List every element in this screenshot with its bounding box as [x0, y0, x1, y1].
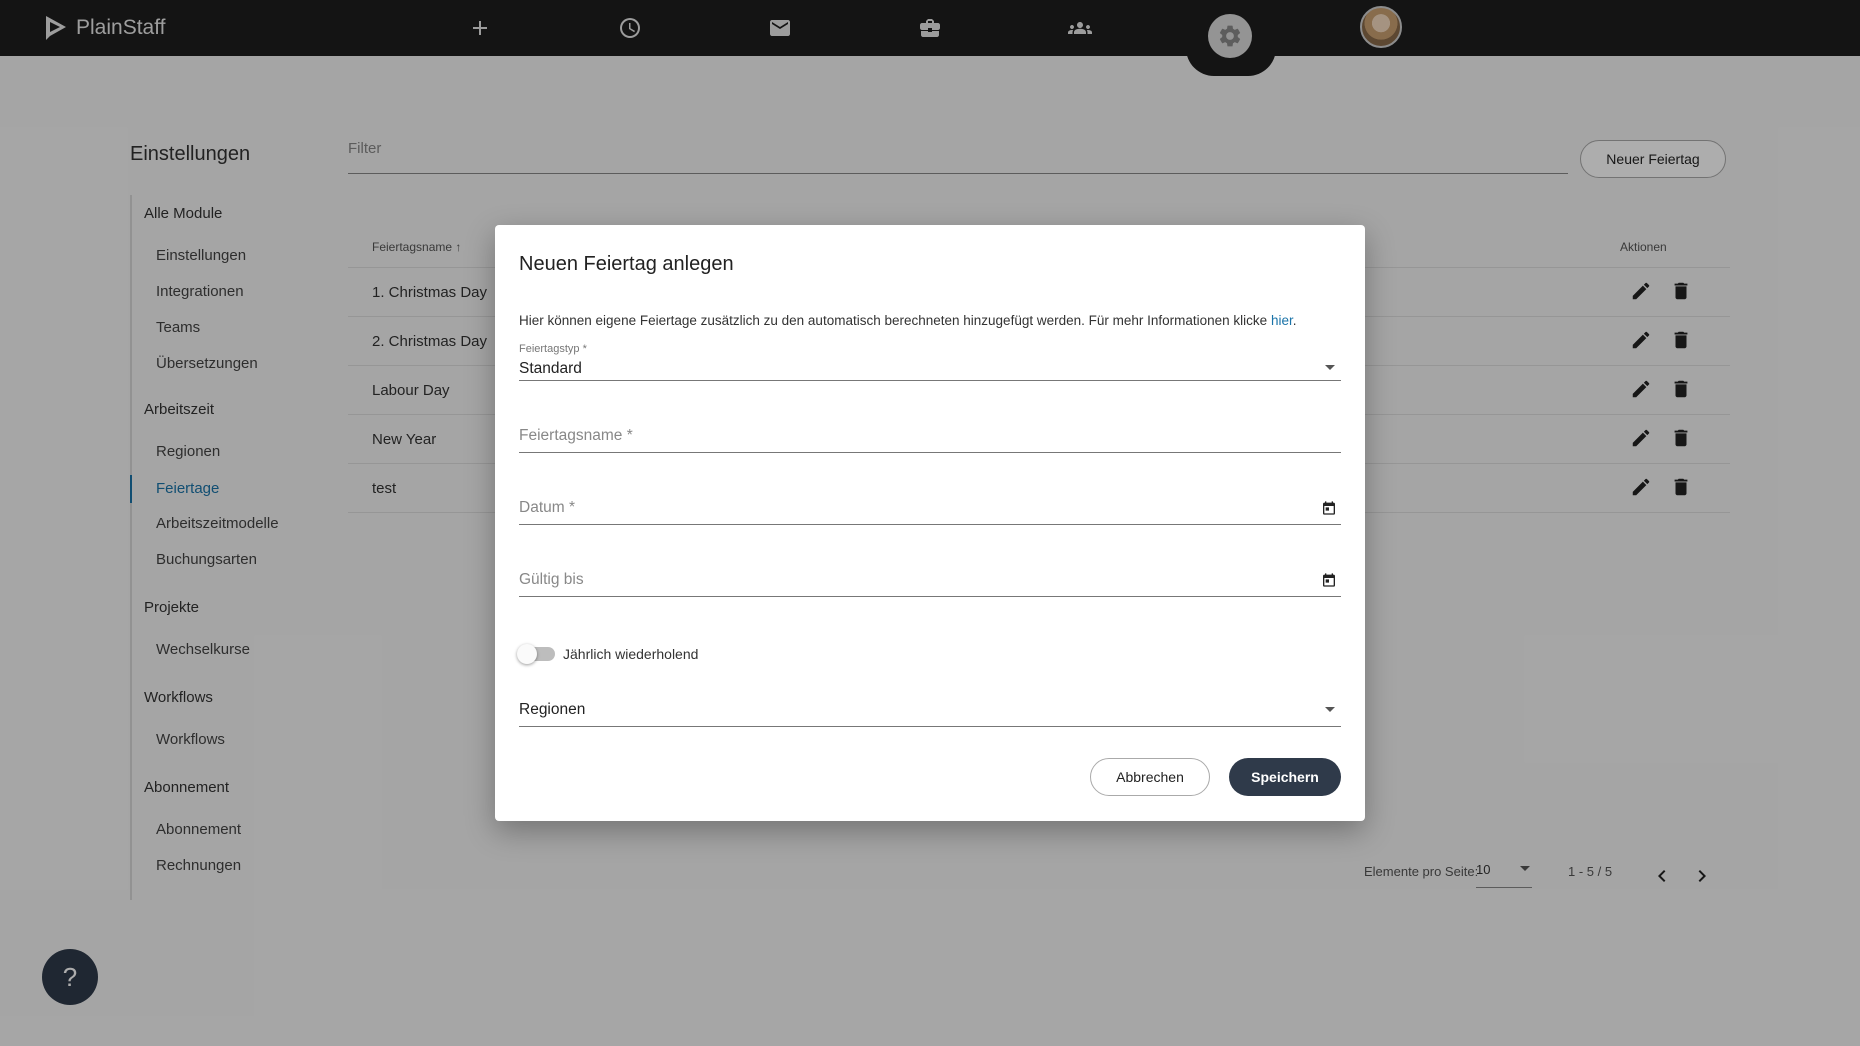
new-holiday-dialog: Neuen Feiertag anlegen Hier können eigen… [495, 225, 1365, 821]
calendar-icon[interactable] [1321, 500, 1337, 516]
valid-until-field[interactable]: Gültig bis [519, 561, 1341, 597]
holiday-type-value: Standard [519, 360, 582, 377]
valid-until-placeholder: Gültig bis [519, 571, 584, 588]
chevron-down-icon [1325, 365, 1335, 370]
cancel-button[interactable]: Abbrechen [1090, 758, 1210, 796]
dialog-title: Neuen Feiertag anlegen [519, 253, 734, 275]
holiday-name-placeholder: Feiertagsname * [519, 427, 633, 444]
holiday-type-label: Feiertagstyp * [519, 343, 587, 355]
info-link[interactable]: hier [1271, 313, 1293, 328]
save-button[interactable]: Speichern [1229, 758, 1341, 796]
recurring-toggle-row: Jährlich wiederholend [517, 644, 699, 664]
holiday-name-field[interactable]: Feiertagsname * [519, 417, 1341, 453]
holiday-type-select[interactable]: Feiertagstyp * Standard [519, 343, 1341, 381]
dialog-info-text: Hier können eigene Feiertage zusätzlich … [519, 313, 1297, 328]
date-placeholder: Datum * [519, 499, 575, 516]
recurring-toggle[interactable] [517, 644, 555, 664]
regions-select[interactable]: Regionen [519, 687, 1341, 727]
calendar-icon[interactable] [1321, 572, 1337, 588]
date-field[interactable]: Datum * [519, 489, 1341, 525]
regions-placeholder: Regionen [519, 701, 586, 718]
toggle-knob [517, 644, 537, 664]
chevron-down-icon [1325, 707, 1335, 712]
recurring-label: Jährlich wiederholend [563, 646, 699, 662]
